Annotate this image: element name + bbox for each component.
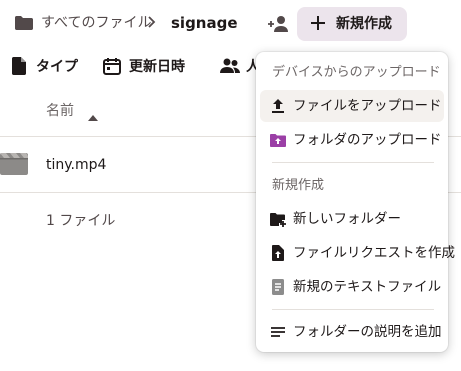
file-icon bbox=[12, 57, 26, 75]
menu-divider bbox=[272, 162, 434, 163]
video-file-icon bbox=[0, 152, 28, 176]
upload-file-menu-item[interactable]: ファイルをアップロード bbox=[260, 90, 444, 122]
description-icon bbox=[270, 324, 286, 340]
text-file-icon bbox=[270, 279, 286, 295]
filter-people-button[interactable]: 人 bbox=[218, 52, 260, 82]
menu-item-label: ファイルをアップロード bbox=[293, 98, 442, 114]
menu-divider bbox=[272, 309, 434, 310]
create-new-button[interactable]: 新規作成 bbox=[297, 7, 407, 41]
upload-folder-menu-item[interactable]: フォルダのアップロード bbox=[260, 124, 444, 156]
create-section-heading: 新規作成 bbox=[272, 178, 325, 193]
add-person-icon bbox=[268, 16, 288, 32]
file-count: 1 ファイル bbox=[46, 213, 116, 229]
breadcrumb-root-link[interactable]: すべてのファイル bbox=[41, 13, 151, 33]
calendar-icon bbox=[103, 57, 121, 75]
column-name-header[interactable]: 名前 bbox=[46, 101, 74, 121]
chevron-right-icon bbox=[146, 14, 158, 30]
create-new-label: 新規作成 bbox=[336, 16, 392, 32]
menu-item-label: フォルダーの説明を追加 bbox=[293, 324, 442, 340]
filter-type-label: タイプ bbox=[36, 59, 78, 75]
new-folder-icon bbox=[270, 211, 286, 227]
file-name[interactable]: tiny.mp4 bbox=[46, 155, 106, 175]
sort-ascending-icon bbox=[88, 107, 98, 121]
create-new-menu: デバイスからのアップロード ファイルをアップロード フォルダのアップロード 新規… bbox=[256, 52, 455, 352]
filter-modified-button[interactable]: 更新日時 bbox=[103, 52, 213, 82]
filter-modified-label: 更新日時 bbox=[129, 59, 185, 75]
menu-item-label: ファイルリクエストを作成 bbox=[293, 245, 455, 261]
new-folder-menu-item[interactable]: 新しいフォルダー bbox=[260, 203, 444, 235]
share-user-button[interactable] bbox=[266, 13, 292, 35]
plus-icon bbox=[309, 14, 327, 32]
file-request-menu-item[interactable]: ファイルリクエストを作成 bbox=[260, 237, 455, 269]
breadcrumb-current: signage bbox=[171, 14, 238, 32]
folder-icon bbox=[15, 16, 33, 30]
menu-item-label: 新しいフォルダー bbox=[293, 211, 401, 227]
breadcrumb: すべてのファイル signage 新規作成 bbox=[0, 0, 461, 48]
people-icon bbox=[220, 58, 240, 74]
upload-section-heading: デバイスからのアップロード bbox=[272, 65, 441, 80]
menu-item-label: フォルダのアップロード bbox=[293, 132, 442, 148]
menu-item-label: 新規のテキストファイル bbox=[293, 279, 442, 295]
upload-icon bbox=[270, 98, 286, 114]
add-description-menu-item[interactable]: フォルダーの説明を追加 bbox=[260, 316, 444, 348]
filter-type-button[interactable]: タイプ bbox=[10, 52, 78, 82]
file-request-icon bbox=[270, 245, 286, 261]
folder-upload-icon bbox=[270, 132, 286, 148]
new-text-file-menu-item[interactable]: 新規のテキストファイル bbox=[260, 271, 444, 303]
